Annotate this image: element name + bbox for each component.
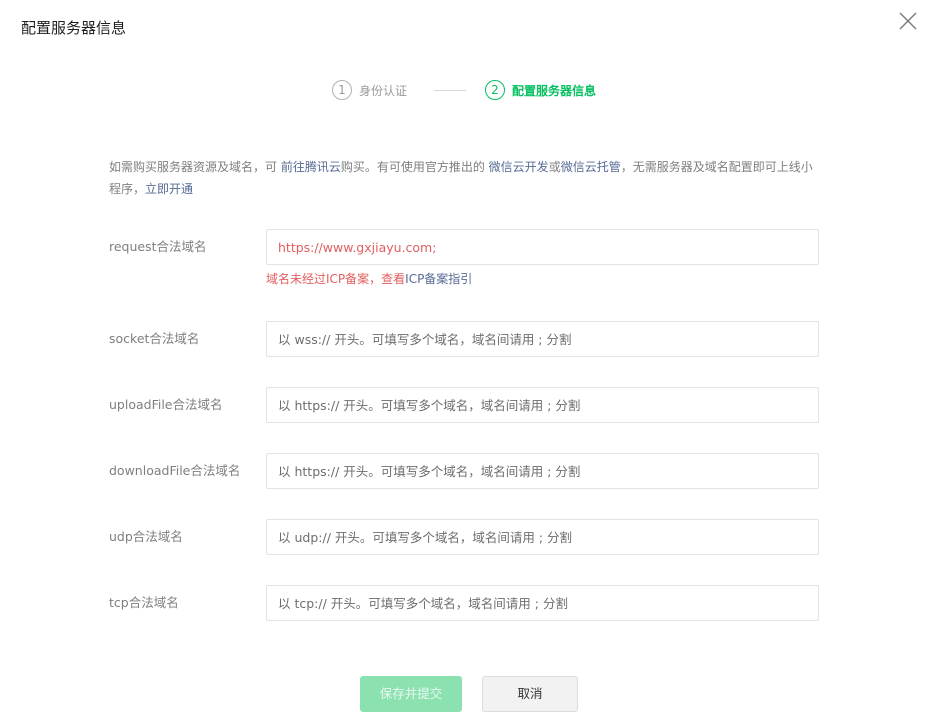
intro-text-part: 购买。有可使用官方推出的	[340, 160, 489, 174]
tcp-domain-label: tcp合法域名	[109, 595, 179, 610]
wechat-cloud-dev-link[interactable]: 微信云开发	[489, 160, 549, 174]
icp-guide-link[interactable]: ICP备案指引	[405, 272, 472, 286]
step-identity-verification: 1 身份认证	[332, 79, 407, 101]
wechat-cloud-hosting-link[interactable]: 微信云托管	[561, 160, 621, 174]
udp-domain-input[interactable]	[266, 519, 819, 555]
intro-text: 如需购买服务器资源及域名，可 前往腾讯云购买。有可使用官方推出的 微信云开发或微…	[109, 156, 824, 200]
save-submit-button[interactable]: 保存并提交	[360, 676, 462, 712]
open-now-link[interactable]: 立即开通	[145, 182, 193, 196]
tencent-cloud-link[interactable]: 前往腾讯云	[281, 160, 341, 174]
request-domain-label: request合法域名	[109, 239, 207, 254]
request-domain-input[interactable]	[266, 229, 819, 265]
step-configure-server: 2 配置服务器信息	[485, 79, 596, 101]
error-text: 域名未经过ICP备案，查看	[266, 272, 406, 286]
close-icon[interactable]	[897, 10, 919, 32]
step-label: 配置服务器信息	[512, 83, 597, 98]
dialog-title: 配置服务器信息	[21, 19, 127, 37]
downloadfile-domain-label: downloadFile合法域名	[109, 463, 241, 478]
icp-error-tip: 域名未经过ICP备案，查看ICP备案指引	[266, 269, 472, 289]
step-number-circle: 1	[332, 80, 352, 100]
intro-text-part: 或	[548, 160, 561, 174]
stepper: 1 身份认证 2 配置服务器信息	[332, 79, 632, 101]
cancel-button[interactable]: 取消	[482, 676, 578, 712]
step-number-circle: 2	[485, 80, 505, 100]
step-label: 身份认证	[359, 83, 408, 98]
uploadfile-domain-input[interactable]	[266, 387, 819, 423]
uploadfile-domain-label: uploadFile合法域名	[109, 397, 223, 412]
config-server-dialog: 配置服务器信息 1 身份认证 2 配置服务器信息 如需购买服务器资源及域名，可 …	[0, 0, 943, 723]
tcp-domain-input[interactable]	[266, 585, 819, 621]
step-connector-line	[434, 90, 466, 91]
downloadfile-domain-input[interactable]	[266, 453, 819, 489]
socket-domain-label: socket合法域名	[109, 331, 200, 346]
socket-domain-input[interactable]	[266, 321, 819, 357]
intro-text-part: 如需购买服务器资源及域名，可	[109, 160, 281, 174]
udp-domain-label: udp合法域名	[109, 529, 183, 544]
